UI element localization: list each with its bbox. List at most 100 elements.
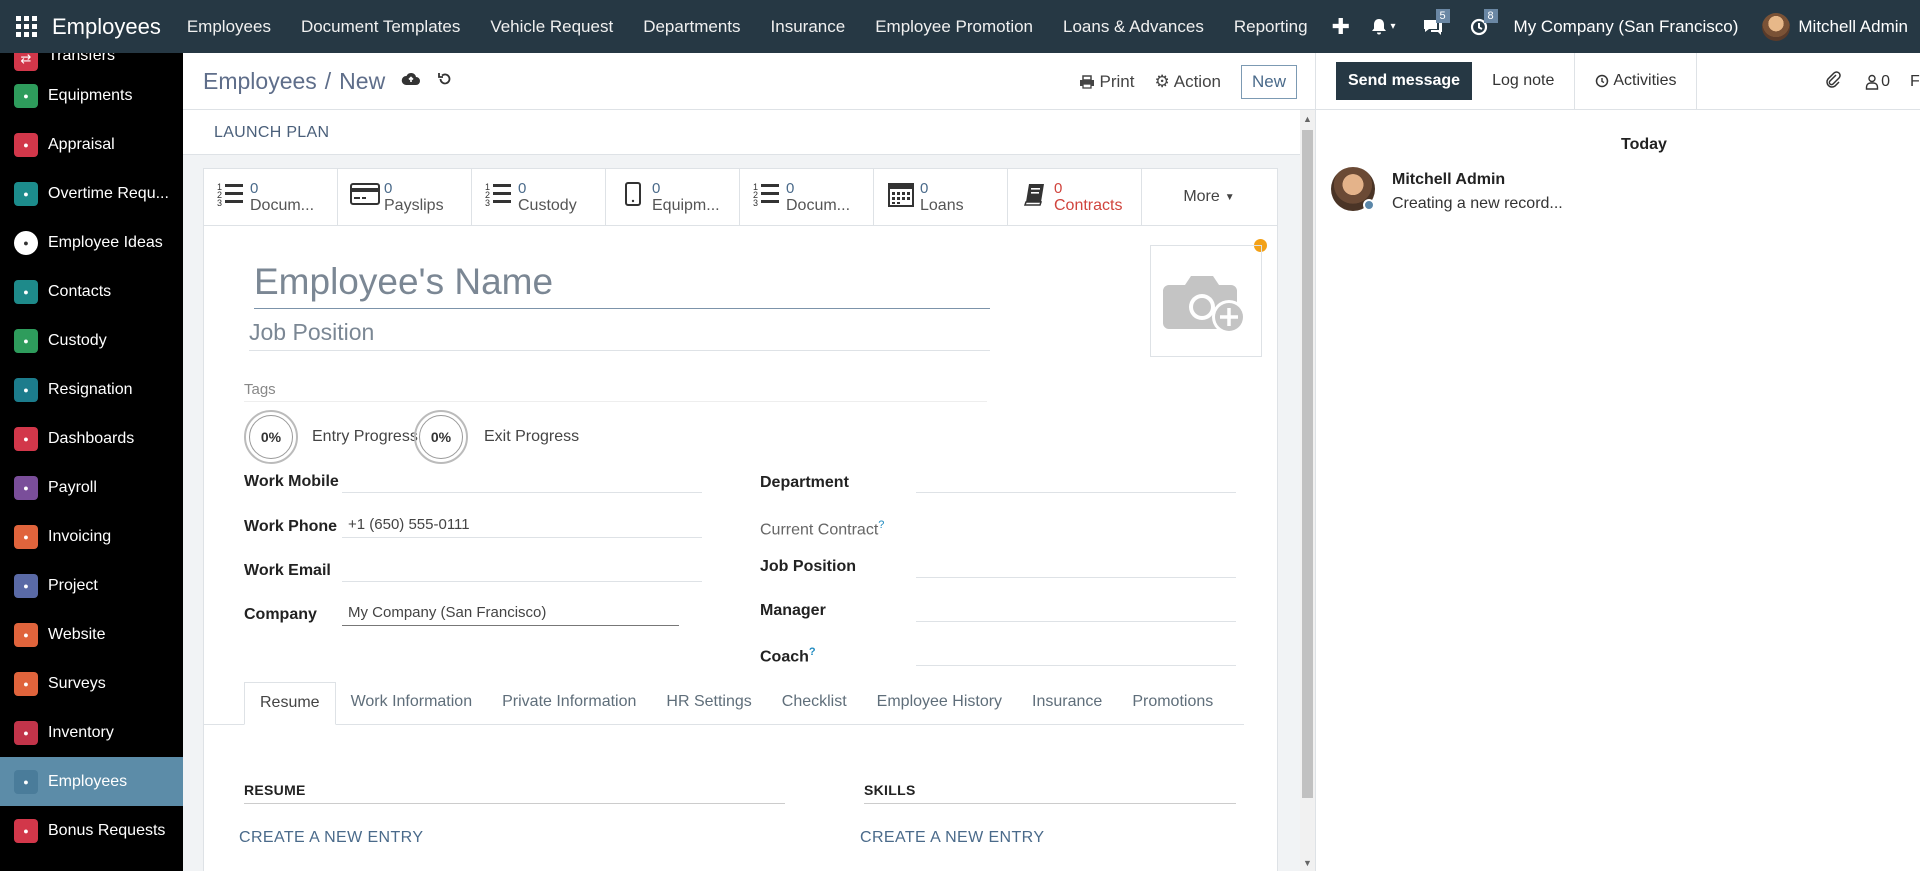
tab-work-information[interactable]: Work Information bbox=[336, 682, 488, 724]
sidebar-item-resignation[interactable]: ● Resignation bbox=[0, 365, 183, 414]
smart-button-equipm[interactable]: 0 Equipm... bbox=[606, 169, 740, 225]
sidebar-item-project[interactable]: ● Project bbox=[0, 561, 183, 610]
help-icon[interactable]: ? bbox=[809, 646, 816, 658]
more-button[interactable]: More ▼ bbox=[1142, 169, 1276, 225]
tab-hr-settings[interactable]: HR Settings bbox=[651, 682, 766, 724]
manager-field[interactable] bbox=[916, 596, 1236, 622]
sidebar-item-employees[interactable]: ● Employees bbox=[0, 757, 183, 806]
action-button[interactable]: ⚙ Action bbox=[1154, 72, 1221, 92]
apps-menu-icon[interactable] bbox=[0, 0, 52, 53]
paperclip-icon[interactable] bbox=[1825, 70, 1841, 93]
tab-private-information[interactable]: Private Information bbox=[487, 682, 651, 724]
message-body: Creating a new record... bbox=[1392, 195, 1563, 212]
exit-progress-ring: 0% bbox=[414, 410, 468, 464]
tags-input[interactable] bbox=[244, 401, 987, 402]
sidebar-item-invoicing[interactable]: ● Invoicing bbox=[0, 512, 183, 561]
job-position-input[interactable]: Job Position bbox=[249, 319, 990, 351]
breadcrumb-root[interactable]: Employees bbox=[203, 68, 317, 94]
sidebar-item-overtime-requ[interactable]: ● Overtime Requ... bbox=[0, 169, 183, 218]
sidebar-item-label: Website bbox=[48, 625, 106, 643]
followers-button[interactable]: 0 bbox=[1865, 73, 1890, 91]
entry-progress-value: 0% bbox=[249, 415, 293, 459]
smart-button-payslips[interactable]: 0 Payslips bbox=[338, 169, 472, 225]
activities-button[interactable]: Activities bbox=[1575, 52, 1698, 110]
sidebar-item-appraisal[interactable]: ● Appraisal bbox=[0, 120, 183, 169]
sidebar-item-label: Equipments bbox=[48, 86, 133, 104]
tab-checklist[interactable]: Checklist bbox=[767, 682, 862, 724]
department-field[interactable] bbox=[916, 467, 1236, 493]
resume-section-title: RESUME bbox=[244, 782, 306, 798]
scroll-up-icon[interactable]: ▲ bbox=[1303, 114, 1312, 124]
sidebar-item-transfers[interactable]: ⇄ Transfers bbox=[0, 53, 183, 71]
work-phone-field[interactable]: +1 (650) 555-0111 bbox=[342, 512, 702, 538]
new-button[interactable]: New bbox=[1240, 65, 1297, 99]
tab-insurance[interactable]: Insurance bbox=[1017, 682, 1117, 724]
employee-name-input[interactable]: Employee's Name bbox=[254, 261, 990, 309]
coach-field[interactable] bbox=[916, 640, 1236, 666]
user-menu[interactable]: Mitchell Admin bbox=[1762, 12, 1908, 41]
form-scrollbar[interactable]: ▲ ▼ bbox=[1300, 110, 1315, 871]
job-position-field[interactable] bbox=[916, 552, 1236, 578]
chat-icon[interactable]: 5 bbox=[1422, 8, 1450, 36]
skills-create-entry-link[interactable]: CREATE A NEW ENTRY bbox=[860, 829, 1044, 847]
bell-icon[interactable]: ▾ bbox=[1371, 18, 1396, 36]
app-brand[interactable]: Employees bbox=[52, 14, 161, 40]
work-email-field[interactable] bbox=[342, 556, 702, 582]
follow-button[interactable]: Fo bbox=[1910, 73, 1920, 91]
help-icon[interactable]: ? bbox=[878, 519, 884, 531]
resume-create-entry-link[interactable]: CREATE A NEW ENTRY bbox=[239, 829, 423, 847]
sidebar-item-contacts[interactable]: ● Contacts bbox=[0, 267, 183, 316]
smart-button-docum[interactable]: 1 2 3 0 Docum... bbox=[204, 169, 338, 225]
menu-departments[interactable]: Departments bbox=[643, 17, 740, 37]
message-author[interactable]: Mitchell Admin bbox=[1392, 171, 1505, 189]
scroll-down-icon[interactable]: ▼ bbox=[1303, 858, 1312, 868]
menu-loans-advances[interactable]: Loans & Advances bbox=[1063, 17, 1204, 37]
list-icon: 123 bbox=[484, 181, 514, 214]
sidebar-item-equipments[interactable]: ● Equipments bbox=[0, 71, 183, 120]
save-cloud-icon[interactable] bbox=[401, 71, 421, 92]
tab-resume[interactable]: Resume bbox=[244, 682, 336, 725]
discard-undo-icon[interactable] bbox=[437, 71, 453, 92]
overtime-icon: ● bbox=[14, 181, 38, 206]
smart-button-custody[interactable]: 1 2 3 0 Custody bbox=[472, 169, 606, 225]
coach-label: Coach? bbox=[760, 646, 816, 666]
employee-photo-upload[interactable] bbox=[1150, 245, 1262, 357]
sidebar-item-bonus-requests[interactable]: ● Bonus Requests bbox=[0, 806, 183, 855]
company-switcher[interactable]: My Company (San Francisco) bbox=[1514, 17, 1739, 37]
company-field[interactable]: My Company (San Francisco) bbox=[342, 600, 679, 626]
sidebar-item-payroll[interactable]: ● Payroll bbox=[0, 463, 183, 512]
user-icon bbox=[1865, 74, 1879, 90]
sidebar-item-custody[interactable]: ● Custody bbox=[0, 316, 183, 365]
send-message-button[interactable]: Send message bbox=[1336, 62, 1473, 100]
menu-insurance[interactable]: Insurance bbox=[771, 17, 846, 37]
launch-plan-button[interactable]: LAUNCH PLAN bbox=[214, 124, 329, 142]
menu-reporting[interactable]: Reporting bbox=[1234, 17, 1308, 37]
exit-progress[interactable]: 0% Exit Progress bbox=[414, 410, 579, 464]
plus-icon[interactable]: ✚ bbox=[1332, 14, 1350, 40]
smart-button-value: 0 bbox=[384, 180, 393, 197]
log-note-button[interactable]: Log note bbox=[1472, 52, 1576, 110]
smart-button-docum[interactable]: 1 2 3 0 Docum... bbox=[740, 169, 874, 225]
sidebar-item-website[interactable]: ● Website bbox=[0, 610, 183, 659]
sidebar-item-employee-ideas[interactable]: ● Employee Ideas bbox=[0, 218, 183, 267]
clock-icon[interactable]: 8 bbox=[1470, 8, 1498, 36]
sidebar-item-surveys[interactable]: ● Surveys bbox=[0, 659, 183, 708]
tab-promotions[interactable]: Promotions bbox=[1117, 682, 1228, 724]
smart-button-loans[interactable]: 0 Loans bbox=[874, 169, 1008, 225]
menu-vehicle-request[interactable]: Vehicle Request bbox=[490, 17, 613, 37]
smart-button-label: Contracts bbox=[1054, 197, 1123, 214]
smart-button-contracts[interactable]: 0 Contracts bbox=[1008, 169, 1142, 225]
sidebar-item-dashboards[interactable]: ● Dashboards bbox=[0, 414, 183, 463]
smart-button-box: 1 2 3 0 Docum... 0 Payslips 1 2 3 0 Custody 0 Equipm.… bbox=[204, 169, 1277, 226]
equipments-icon: ● bbox=[14, 83, 38, 108]
smart-button-label: Custody bbox=[518, 197, 577, 214]
menu-document-templates[interactable]: Document Templates bbox=[301, 17, 460, 37]
print-button[interactable]: Print bbox=[1079, 72, 1134, 92]
menu-employees[interactable]: Employees bbox=[187, 17, 271, 37]
menu-employee-promotion[interactable]: Employee Promotion bbox=[875, 17, 1033, 37]
entry-progress[interactable]: 0% Entry Progress bbox=[244, 410, 418, 464]
work-mobile-field[interactable] bbox=[342, 467, 702, 493]
tab-employee-history[interactable]: Employee History bbox=[862, 682, 1017, 724]
sidebar-item-inventory[interactable]: ● Inventory bbox=[0, 708, 183, 757]
scrollbar-thumb[interactable] bbox=[1302, 130, 1313, 798]
